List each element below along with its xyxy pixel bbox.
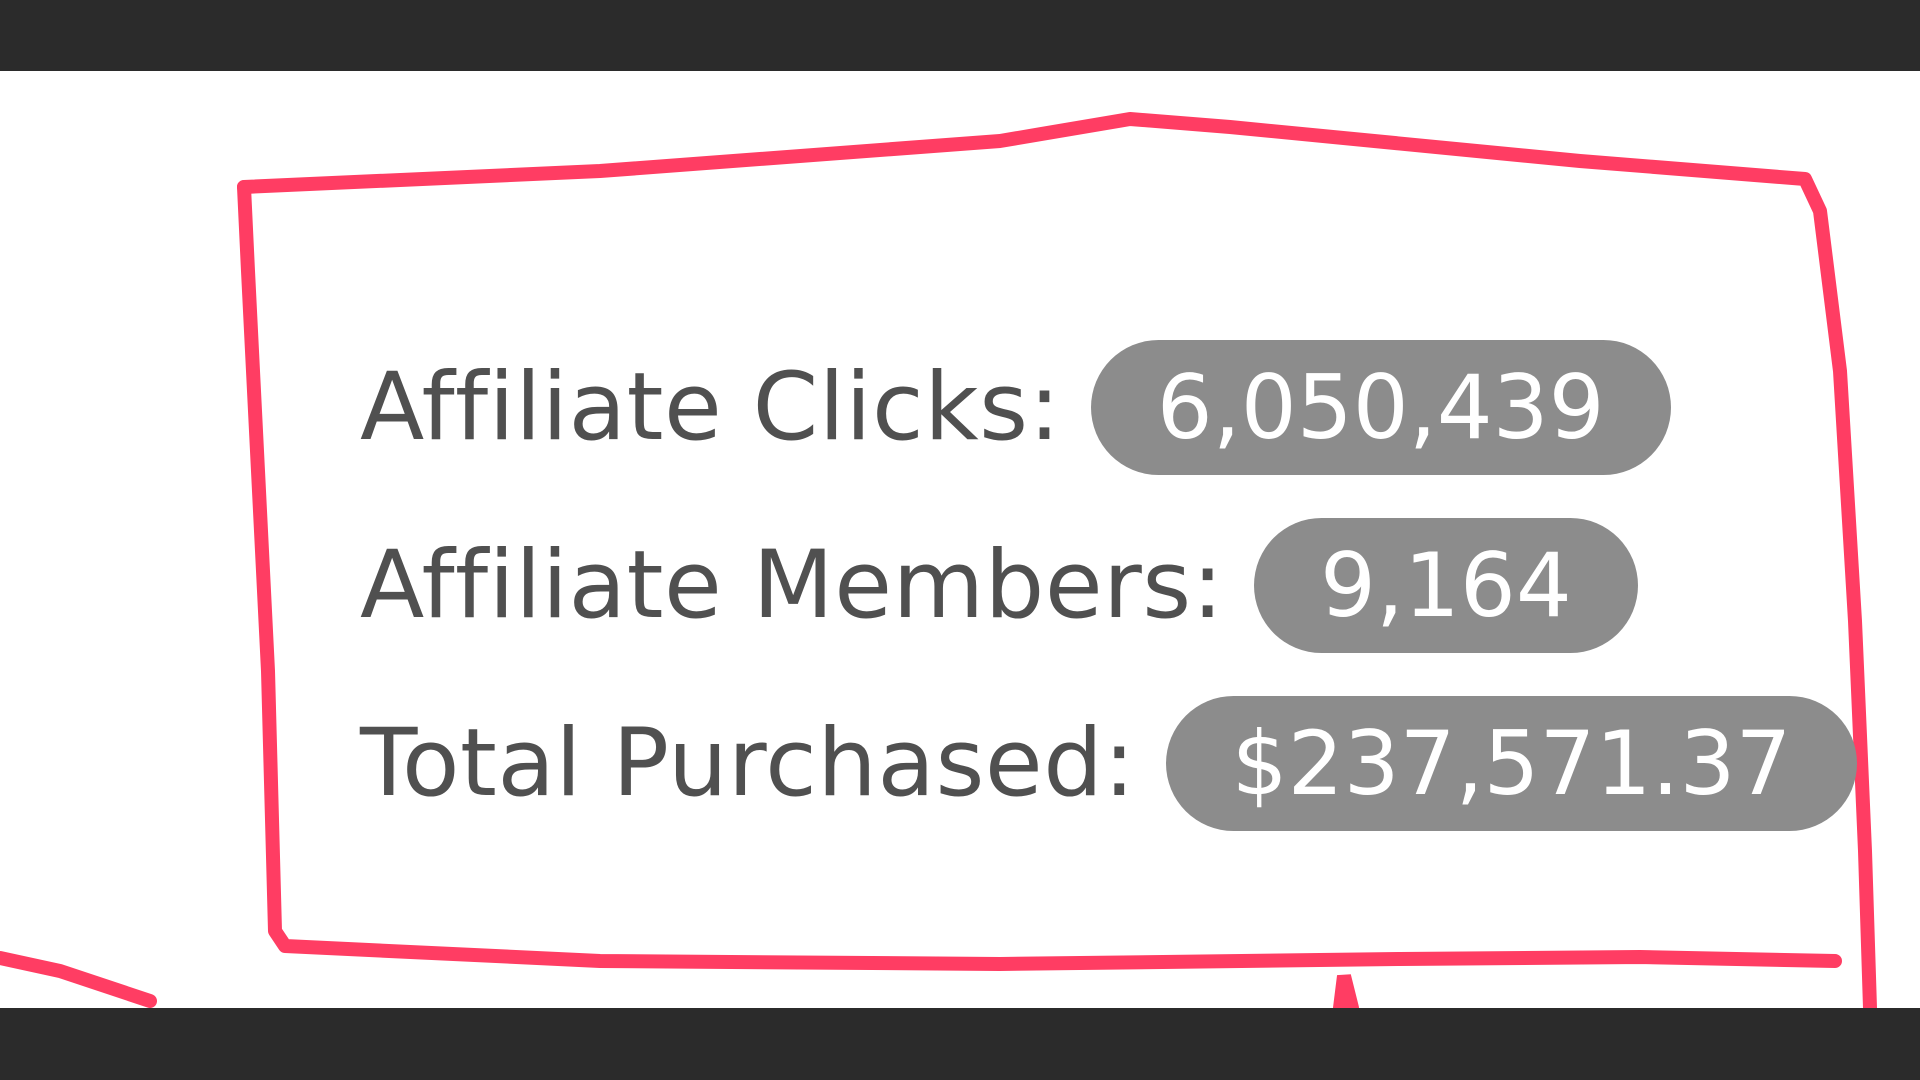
stat-row-total-purchased: Total Purchased: $237,571.37	[360, 695, 1858, 832]
highlight-outline-tail	[0, 951, 157, 1008]
screenshot-canvas: Affiliate Clicks: 6,050,439 Affiliate Me…	[0, 71, 1920, 1008]
stat-label: Affiliate Members:	[360, 530, 1224, 640]
stat-value-badge: 6,050,439	[1090, 340, 1671, 475]
stat-label: Affiliate Clicks:	[360, 352, 1061, 462]
top-frame-bar	[0, 0, 1920, 71]
stat-row-affiliate-members: Affiliate Members: 9,164	[360, 517, 1857, 654]
affiliate-stats: Affiliate Clicks: 6,050,439 Affiliate Me…	[360, 339, 1858, 873]
highlight-outline-tick	[1333, 974, 1359, 1008]
stat-value-badge: $237,571.37	[1165, 696, 1858, 831]
stat-label: Total Purchased:	[360, 708, 1136, 818]
stat-row-affiliate-clicks: Affiliate Clicks: 6,050,439	[360, 339, 1857, 476]
stat-value-badge: 9,164	[1253, 518, 1638, 653]
bottom-frame-bar	[0, 1008, 1920, 1080]
